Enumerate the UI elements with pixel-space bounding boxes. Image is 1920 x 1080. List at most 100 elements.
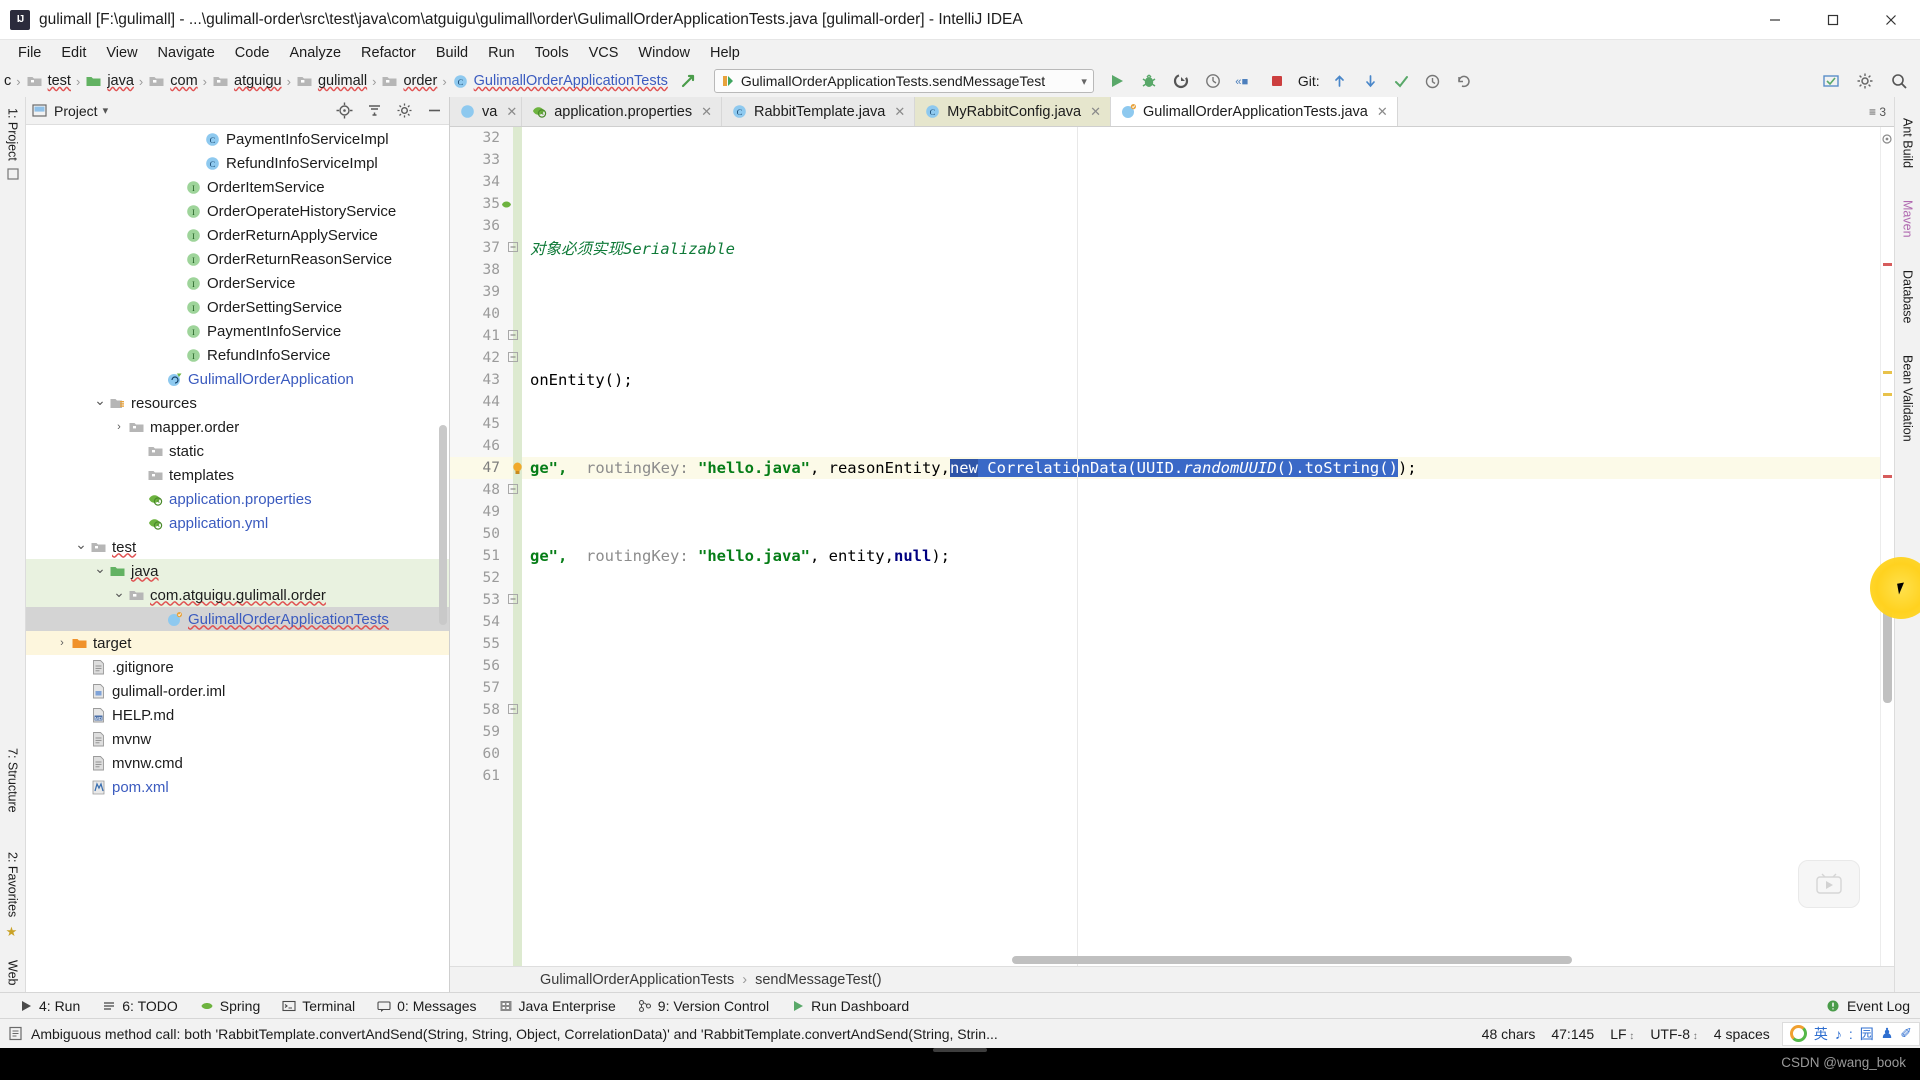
profile-icon[interactable] — [1202, 70, 1224, 92]
status-line-separator[interactable]: LF ↕ — [1610, 1026, 1634, 1042]
settings-icon[interactable] — [396, 102, 413, 119]
tree-node[interactable]: mvnw.cmd — [26, 751, 449, 775]
tool-window-run-dashboard[interactable]: Run Dashboard — [780, 998, 920, 1014]
menu-item-vcs[interactable]: VCS — [579, 43, 629, 63]
tree-node[interactable]: › mapper.order — [26, 415, 449, 439]
tree-node[interactable]: GulimallOrderApplicationTests — [26, 607, 449, 631]
editor-tab[interactable]: C MyRabbitConfig.java ✕ — [915, 97, 1111, 126]
tree-node[interactable]: I PaymentInfoService — [26, 319, 449, 343]
menu-item-help[interactable]: Help — [700, 43, 750, 63]
gutter-line-number[interactable]: 54 — [450, 611, 522, 633]
tree-node[interactable]: ⌄ java — [26, 559, 449, 583]
tree-node[interactable]: templates — [26, 463, 449, 487]
chevron-down-icon[interactable]: ⌄ — [111, 584, 127, 601]
event-log-label[interactable]: Event Log — [1847, 998, 1910, 1014]
code-line[interactable] — [522, 259, 1880, 281]
code-fold-marker[interactable] — [508, 484, 518, 494]
editor-horizontal-scrollbar[interactable] — [1012, 956, 1572, 964]
close-button[interactable] — [1862, 0, 1920, 40]
tree-node[interactable]: ⌄ test — [26, 535, 449, 559]
gutter-line-number[interactable]: 32 — [450, 127, 522, 149]
code-line[interactable]: ge", routingKey: "hello.java", entity, nu… — [522, 545, 1880, 567]
sidebar-item-maven[interactable]: Maven — [1899, 193, 1917, 245]
code-line[interactable] — [522, 215, 1880, 237]
tabs-list-label[interactable]: ≡ 3 — [1869, 105, 1886, 119]
debug-icon[interactable] — [1138, 70, 1160, 92]
editor-gutter[interactable]: 32 33 34 35 36 37 38 39 40 41 42 43 44 45 46 47 48 49 50 51… — [450, 127, 522, 966]
gutter-line-number[interactable]: 44 — [450, 391, 522, 413]
code-line[interactable]: 对象必须实现Serializable — [522, 237, 1880, 259]
warning-marker[interactable] — [1883, 393, 1892, 396]
stop-icon[interactable] — [1266, 70, 1288, 92]
gutter-line-number[interactable]: 33 — [450, 149, 522, 171]
tree-node[interactable]: mvnw — [26, 727, 449, 751]
warning-marker[interactable] — [1883, 371, 1892, 374]
code-fold-marker[interactable] — [508, 594, 518, 604]
code-line[interactable] — [522, 127, 1880, 149]
chevron-down-icon[interactable]: ⌄ — [92, 392, 108, 409]
chevron-down-icon[interactable]: ⌄ — [92, 560, 108, 577]
rail-structure-top-icon[interactable] — [6, 168, 19, 182]
tree-node[interactable]: C RefundInfoServiceImpl — [26, 151, 449, 175]
menu-item-file[interactable]: File — [8, 43, 51, 63]
status-indent[interactable]: 4 spaces — [1714, 1026, 1770, 1042]
menu-item-refactor[interactable]: Refactor — [351, 43, 426, 63]
menu-item-build[interactable]: Build — [426, 43, 478, 63]
code-line[interactable] — [522, 743, 1880, 765]
code-fold-marker[interactable] — [508, 352, 518, 362]
project-tree[interactable]: C PaymentInfoServiceImpl C RefundInfoServic… — [26, 125, 449, 992]
menu-item-edit[interactable]: Edit — [51, 43, 96, 63]
sidebar-item-web[interactable]: Web — [4, 953, 22, 992]
rollback-icon[interactable] — [1453, 70, 1475, 92]
tree-node[interactable]: I OrderSettingService — [26, 295, 449, 319]
tree-node[interactable]: I OrderReturnApplyService — [26, 223, 449, 247]
minimize-button[interactable] — [1746, 0, 1804, 40]
code-line[interactable] — [522, 699, 1880, 721]
gutter-line-number[interactable]: 59 — [450, 721, 522, 743]
ime-language-label[interactable]: 英 — [1814, 1024, 1828, 1044]
history-icon[interactable] — [1422, 70, 1444, 92]
gutter-line-number[interactable]: 61 — [450, 765, 522, 787]
code-line[interactable] — [522, 677, 1880, 699]
breadcrumb-item-gulimallorderapplicationtests[interactable]: C GulimallOrderApplicationTests — [452, 73, 668, 90]
gutter-line-number[interactable]: 45 — [450, 413, 522, 435]
code-line[interactable] — [522, 171, 1880, 193]
code-line[interactable] — [522, 325, 1880, 347]
code-line[interactable] — [522, 501, 1880, 523]
code-line[interactable] — [522, 765, 1880, 787]
update-project-icon[interactable] — [1329, 70, 1351, 92]
code-line[interactable] — [522, 611, 1880, 633]
code-line[interactable] — [522, 479, 1880, 501]
menu-item-window[interactable]: Window — [628, 43, 700, 63]
close-icon[interactable]: ✕ — [1377, 104, 1388, 120]
maximize-button[interactable] — [1804, 0, 1862, 40]
menu-item-view[interactable]: View — [96, 43, 147, 63]
editor-vertical-scrollbar[interactable] — [1883, 607, 1892, 703]
check-icon[interactable] — [1391, 70, 1413, 92]
editor-tab[interactable]: application.properties ✕ — [522, 97, 722, 126]
collapse-all-icon[interactable] — [366, 102, 383, 119]
chevron-down-icon[interactable]: ▾ — [103, 104, 109, 117]
code-line[interactable] — [522, 589, 1880, 611]
menu-item-run[interactable]: Run — [478, 43, 525, 63]
menu-item-analyze[interactable]: Analyze — [279, 43, 351, 63]
gutter-line-number[interactable]: 49 — [450, 501, 522, 523]
gutter-line-number[interactable]: 52 — [450, 567, 522, 589]
menu-item-navigate[interactable]: Navigate — [148, 43, 225, 63]
code-fold-marker[interactable] — [508, 242, 518, 252]
tree-node[interactable]: gulimall-order.iml — [26, 679, 449, 703]
tree-node[interactable]: GulimallOrderApplication — [26, 367, 449, 391]
chevron-down-icon[interactable]: ▾ — [1081, 75, 1087, 88]
ime-person-icon[interactable]: ♟ — [1881, 1025, 1894, 1042]
code-editor[interactable]: 32 33 34 35 36 37 38 39 40 41 42 43 44 45 46 47 48 49 50 51… — [450, 127, 1920, 966]
code-line[interactable] — [522, 567, 1880, 589]
tool-window-terminal[interactable]: Terminal — [271, 998, 366, 1014]
gutter-line-number[interactable]: 50 — [450, 523, 522, 545]
chevron-down-icon[interactable]: ⌄ — [73, 536, 89, 553]
close-icon[interactable]: ✕ — [506, 104, 517, 120]
menu-item-tools[interactable]: Tools — [525, 43, 579, 63]
tool-window-version-control[interactable]: 9: Version Control — [627, 998, 780, 1014]
gutter-line-number[interactable]: 36 — [450, 215, 522, 237]
error-marker[interactable] — [1883, 475, 1892, 478]
commit-icon[interactable] — [1360, 70, 1382, 92]
